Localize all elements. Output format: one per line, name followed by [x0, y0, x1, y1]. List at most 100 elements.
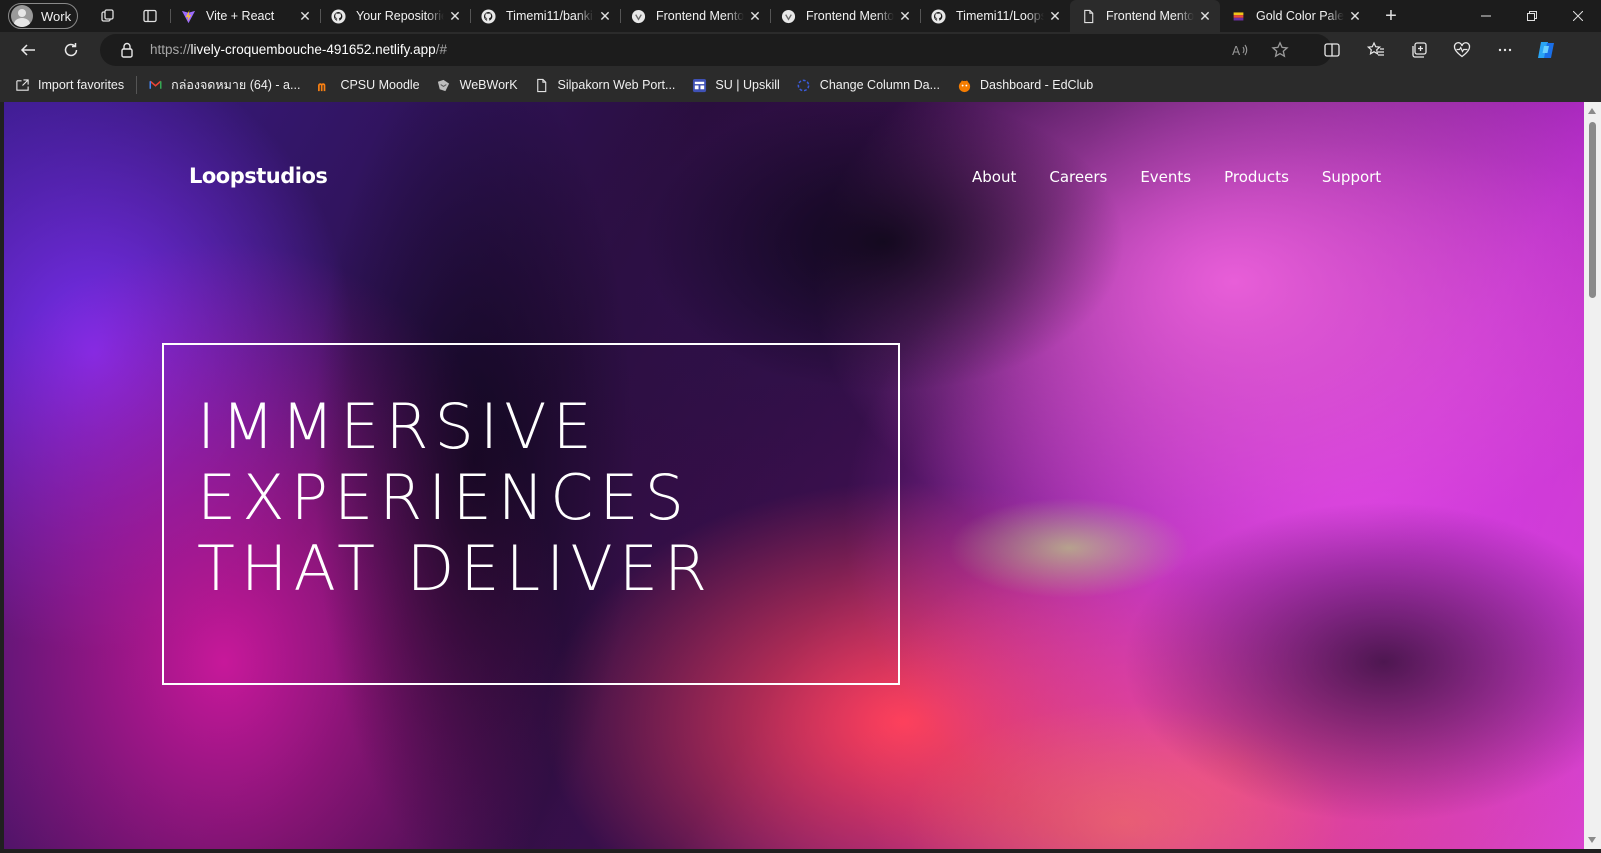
favorite-star-icon[interactable] [1270, 40, 1290, 60]
close-icon[interactable]: ✕ [1048, 8, 1062, 25]
hero-text-box: IMMERSIVE EXPERIENCES THAT DELIVER [162, 343, 900, 685]
tab-frontend-mentor-1[interactable]: Frontend Mentor ✕ [620, 0, 770, 32]
restore-button[interactable] [1509, 0, 1555, 32]
profile-label: Work [41, 8, 72, 24]
palette-icon [1230, 8, 1246, 24]
page-scrollbar[interactable] [1584, 102, 1601, 849]
github-icon [930, 8, 946, 24]
site-nav: About Careers Events Products Support [972, 168, 1414, 186]
tab-title: Frontend Mentor [806, 9, 894, 23]
favorite-label: Import favorites [38, 78, 125, 92]
avatar [11, 5, 33, 27]
tab-title: Vite + React [206, 9, 275, 23]
collections-icon[interactable] [1405, 36, 1433, 64]
favorite-label: กล่องจดหมาย (64) - a... [171, 78, 301, 92]
edclub-icon [956, 77, 972, 93]
nav-link-careers[interactable]: Careers [1049, 168, 1107, 186]
moodle-icon [316, 77, 332, 93]
tab-title: Frontend Mentor [1106, 9, 1194, 23]
github-icon [480, 8, 496, 24]
loader-icon [796, 77, 812, 93]
upskill-icon [691, 77, 707, 93]
favorite-silpakorn[interactable]: Silpakorn Web Port... [534, 77, 675, 93]
vite-icon [180, 8, 196, 24]
split-screen-icon[interactable] [1318, 36, 1346, 64]
profile-button[interactable]: Work [8, 3, 78, 29]
close-icon[interactable]: ✕ [748, 8, 762, 25]
favorite-change-column[interactable]: Change Column Da... [796, 77, 940, 93]
window-controls [1463, 0, 1601, 32]
back-button[interactable] [14, 36, 42, 64]
vertical-tabs-icon[interactable] [134, 0, 166, 32]
tab-title: Gold Color Palette [1256, 9, 1344, 23]
tab-strip: Work Vite + React ✕ Your Repositories ✕ … [0, 0, 1601, 32]
site-logo[interactable]: Loopstudios [189, 164, 328, 188]
new-tab-button[interactable]: + [1376, 0, 1406, 32]
url-host: lively-croquembouche-491652.netlify.app [190, 42, 436, 57]
workspaces-icon[interactable] [92, 0, 124, 32]
tab-vite-react[interactable]: Vite + React ✕ [170, 0, 320, 32]
tab-gold-color-palette[interactable]: Gold Color Palette ✕ [1220, 0, 1370, 32]
nav-link-events[interactable]: Events [1140, 168, 1191, 186]
svg-text:A: A [1232, 44, 1241, 58]
page-icon [1080, 8, 1096, 24]
address-bar[interactable]: https://lively-croquembouche-491652.netl… [100, 34, 1332, 66]
close-icon[interactable]: ✕ [448, 8, 462, 25]
refresh-button[interactable] [57, 36, 85, 64]
hero-title: IMMERSIVE EXPERIENCES THAT DELIVER [197, 391, 713, 604]
read-aloud-icon[interactable]: A [1230, 40, 1250, 60]
hero-title-line: EXPERIENCES [197, 461, 690, 534]
close-icon[interactable]: ✕ [298, 8, 312, 25]
nav-link-products[interactable]: Products [1224, 168, 1289, 186]
tab-timemi11-loopstudios[interactable]: Timemi11/Loopstudios ✕ [920, 0, 1070, 32]
tab-title: Frontend Mentor [656, 9, 744, 23]
favorite-label: CPSU Moodle [340, 78, 420, 92]
hero-title-line: THAT DELIVER [197, 532, 714, 605]
minimize-button[interactable] [1463, 0, 1509, 32]
scroll-up-arrow-icon[interactable] [1588, 108, 1596, 114]
favorite-label: SU | Upskill [715, 78, 780, 92]
close-icon[interactable]: ✕ [898, 8, 912, 25]
more-options-icon[interactable] [1491, 36, 1519, 64]
frontend-mentor-icon [780, 8, 796, 24]
tab-your-repositories[interactable]: Your Repositories ✕ [320, 0, 470, 32]
import-icon [14, 77, 30, 93]
favorite-cpsu-moodle[interactable]: CPSU Moodle [316, 77, 420, 93]
gmail-icon [147, 77, 163, 93]
url-text[interactable]: https://lively-croquembouche-491652.netl… [150, 42, 447, 57]
hero-title-line: IMMERSIVE [197, 390, 598, 463]
nav-link-about[interactable]: About [972, 168, 1016, 186]
favorites-divider [136, 76, 138, 94]
favorite-label: Change Column Da... [819, 78, 940, 92]
close-icon[interactable]: ✕ [1198, 8, 1212, 25]
favorite-webwork[interactable]: WeBWorK [436, 77, 518, 93]
page-icon [534, 77, 550, 93]
url-scheme: https:// [150, 42, 191, 57]
close-icon[interactable]: ✕ [598, 8, 612, 25]
browser-essentials-icon[interactable] [1448, 36, 1476, 64]
scroll-down-arrow-icon[interactable] [1588, 837, 1596, 843]
favorite-su-upskill[interactable]: SU | Upskill [691, 77, 780, 93]
webwork-icon [436, 77, 452, 93]
navigation-toolbar: https://lively-croquembouche-491652.netl… [0, 32, 1601, 68]
url-path: /# [435, 42, 447, 57]
tab-title: Timemi11/banking [506, 9, 594, 23]
tab-title: Timemi11/Loopstudios [956, 9, 1044, 23]
page-viewport: Loopstudios About Careers Events Product… [4, 102, 1584, 849]
close-icon[interactable]: ✕ [1348, 8, 1362, 25]
close-window-button[interactable] [1555, 0, 1601, 32]
favorite-import[interactable]: Import favorites [14, 77, 124, 93]
nav-link-support[interactable]: Support [1322, 168, 1381, 186]
tab-timemi11-banking[interactable]: Timemi11/banking ✕ [470, 0, 620, 32]
favorites-icon[interactable] [1362, 36, 1390, 64]
lock-icon[interactable] [118, 41, 136, 59]
favorite-label: Dashboard - EdClub [980, 78, 1094, 92]
tab-frontend-mentor-2[interactable]: Frontend Mentor ✕ [770, 0, 920, 32]
favorite-gmail[interactable]: กล่องจดหมาย (64) - a... [147, 75, 300, 95]
scrollbar-thumb[interactable] [1589, 122, 1596, 298]
favorite-edclub[interactable]: Dashboard - EdClub [956, 77, 1093, 93]
github-icon [330, 8, 346, 24]
tab-frontend-mentor-active[interactable]: Frontend Mentor ✕ [1070, 0, 1220, 32]
favorites-bar: Import favorites กล่องจดหมาย (64) - a...… [0, 68, 1601, 102]
copilot-icon[interactable] [1532, 36, 1560, 64]
